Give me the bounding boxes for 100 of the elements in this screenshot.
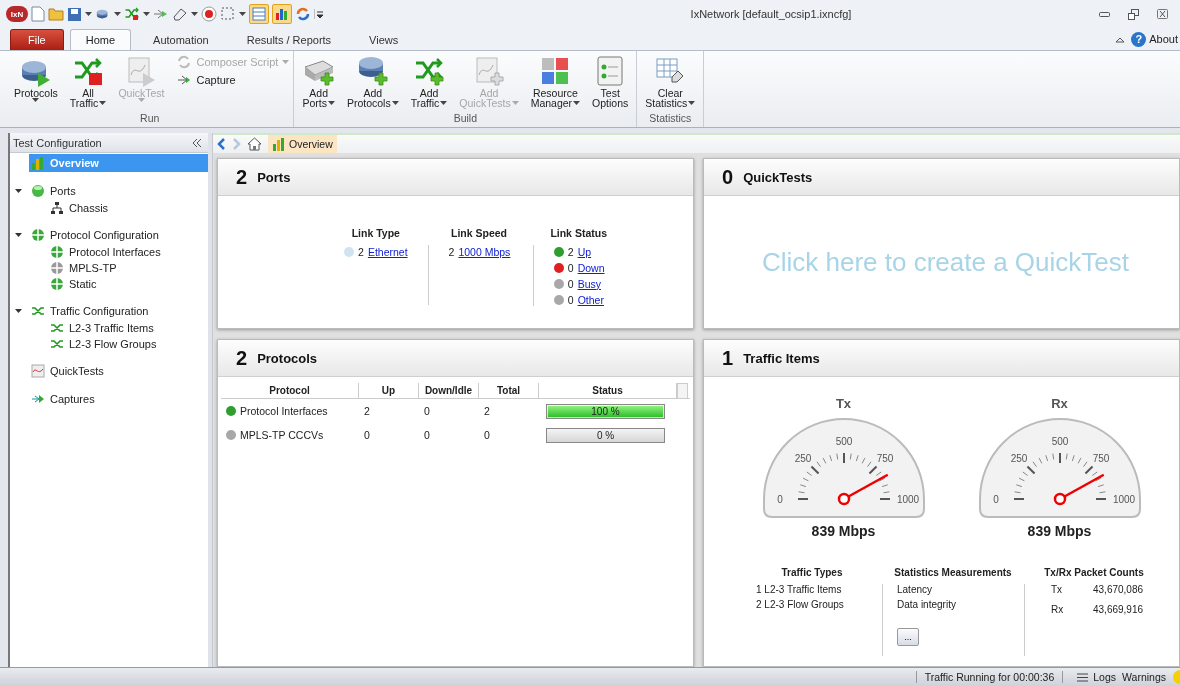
home-icon[interactable] [247, 137, 262, 151]
ribbon-button[interactable]: All Traffic [65, 54, 111, 108]
ribbon-button[interactable]: Add Traffic [406, 54, 452, 108]
bar-chart-icon[interactable] [272, 4, 292, 24]
sync-icon[interactable] [295, 6, 311, 22]
panel-count: 2 [236, 346, 248, 370]
expand-caret-icon[interactable] [15, 231, 23, 239]
status-link[interactable]: 1000 Mbps [458, 245, 511, 258]
column-heading: Link Status [550, 227, 607, 239]
globe-icon [50, 245, 64, 259]
count-text: 2 [448, 245, 455, 258]
about-button[interactable]: ? About [1131, 31, 1178, 47]
gauge-title: Tx [835, 396, 852, 411]
tree-item[interactable]: Ports [29, 182, 209, 200]
eraser-icon[interactable] [172, 7, 188, 21]
count-value: 43,669,916 [1093, 604, 1145, 617]
more-button[interactable]: ... [897, 628, 919, 646]
status-link[interactable]: Ethernet [367, 245, 408, 258]
table-icon[interactable] [249, 4, 269, 24]
caret-icon [85, 11, 92, 17]
ribbon-button[interactable]: Capture [176, 72, 290, 88]
tree-item[interactable]: Static [46, 276, 209, 292]
ribbon-tab[interactable]: Home [69, 29, 132, 50]
warning-indicator-icon [1170, 670, 1180, 684]
tree-item[interactable]: MPLS-TP [46, 260, 209, 276]
progress-label: 0 % [595, 429, 616, 441]
logs-button[interactable]: Logs [1077, 671, 1123, 683]
panel-title: Protocols [257, 350, 318, 366]
count-text: 0 [567, 261, 574, 274]
expand-caret-icon[interactable] [15, 187, 23, 195]
minimize-icon[interactable] [1099, 10, 1110, 18]
ribbon-button[interactable]: Clear Statistics [641, 54, 700, 108]
status-link[interactable]: Other [577, 293, 604, 306]
ribbon-group-label: Run [139, 112, 161, 126]
table-cell-text: 0 [483, 429, 491, 441]
panel-count: 2 [236, 165, 248, 189]
count-text: 0 [567, 293, 574, 306]
tree-item[interactable]: Traffic Configuration [29, 302, 209, 320]
table-cell: Protocol Interfaces [240, 405, 328, 417]
record-icon[interactable] [201, 6, 217, 22]
expand-caret-icon[interactable] [15, 307, 23, 315]
back-icon[interactable] [217, 138, 226, 150]
status-link[interactable]: Down [577, 261, 605, 274]
help-icon: ? [1131, 31, 1147, 47]
save-icon[interactable] [67, 6, 82, 22]
gauge-needle [837, 473, 888, 506]
tree-item[interactable]: QuickTests [29, 362, 209, 380]
caret-icon [114, 11, 121, 17]
collapse-icon[interactable] [192, 138, 203, 147]
count-text: 2 [567, 245, 574, 258]
tree-item[interactable]: Captures [29, 390, 209, 408]
breadcrumb-item[interactable]: Overview [268, 135, 337, 153]
shuffle-add-icon [413, 55, 445, 87]
table-cell-text: 2 [363, 405, 371, 417]
ribbon-tab[interactable]: Results / Reports [230, 29, 348, 50]
column-header: Down/Idle [419, 383, 479, 398]
ribbon-button[interactable]: Add Ports [298, 54, 339, 108]
shuffle-stop-icon [72, 55, 105, 87]
shuffle-icon[interactable] [124, 6, 140, 22]
tree-item[interactable]: L2-3 Traffic Items [46, 320, 209, 336]
count-value: 43,670,086 [1093, 584, 1145, 597]
gauge-scale-label: 1000 [1112, 494, 1135, 505]
sphere-icon [31, 184, 45, 198]
table-cell: MPLS-TP CCCVs [240, 429, 324, 441]
count-label: Tx [1051, 584, 1064, 597]
column-heading: Link Speed [450, 227, 507, 239]
ribbon-button[interactable]: Resource Manager [526, 54, 585, 108]
restore-icon[interactable] [1128, 8, 1139, 20]
status-link[interactable]: Busy [577, 277, 601, 290]
caret-icon [191, 11, 198, 17]
customize-icon[interactable] [314, 8, 323, 20]
count-text: 2 [358, 245, 364, 258]
summary-text: 1 L2-3 Traffic Items [756, 584, 843, 595]
summary-text: Latency [897, 584, 934, 595]
gauge-scale-label: 0 [776, 494, 783, 505]
panel-title: Traffic Items [743, 350, 820, 366]
column-header: Up [359, 383, 419, 398]
ribbon-button[interactable]: Protocols [10, 54, 62, 103]
status-link[interactable]: Up [577, 245, 592, 258]
graph-icon [31, 364, 45, 378]
globe-icon [50, 261, 64, 275]
ribbon-button[interactable]: Test Options [588, 54, 633, 108]
file-menu-button[interactable]: File [10, 29, 64, 50]
tree-item[interactable]: Protocol Configuration [29, 226, 209, 244]
ribbon-button[interactable]: Add Protocols [342, 54, 403, 108]
window-title: IxNetwork [default_ocsip1.ixncfg] [689, 8, 853, 20]
close-icon[interactable] [1157, 9, 1168, 19]
gauge-scale-label: 750 [1092, 453, 1109, 464]
gauge-scale-label: 1000 [896, 494, 919, 505]
gauge-scale-label: 0 [992, 494, 999, 505]
tree-item[interactable]: Protocol Interfaces [46, 244, 209, 260]
column-heading: Statistics Measurements [894, 567, 1012, 578]
column-heading: Link Type [351, 227, 400, 239]
ribbon-tab[interactable]: Views [353, 29, 415, 50]
ribbon-tab[interactable]: Automation [137, 29, 225, 50]
collapse-ribbon-icon[interactable] [1115, 35, 1126, 43]
globe-icon [31, 228, 45, 242]
tree-item[interactable]: Chassis [46, 200, 209, 216]
tree-item[interactable]: L2-3 Flow Groups [46, 336, 209, 352]
ribbon-group-label: Statistics [648, 112, 693, 126]
